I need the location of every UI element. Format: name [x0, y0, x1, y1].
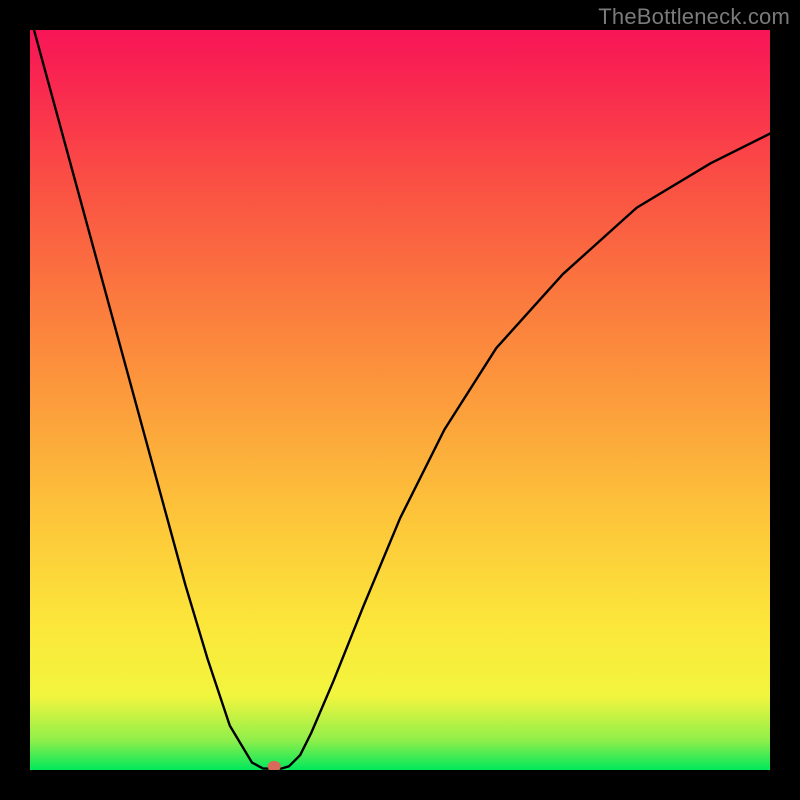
bottleneck-chart — [0, 0, 800, 800]
chart-frame — [770, 0, 800, 800]
watermark-text: TheBottleneck.com — [598, 4, 790, 30]
chart-background — [30, 30, 770, 770]
chart-frame — [0, 770, 800, 800]
chart-frame — [0, 0, 30, 800]
chart-svg — [0, 0, 800, 800]
